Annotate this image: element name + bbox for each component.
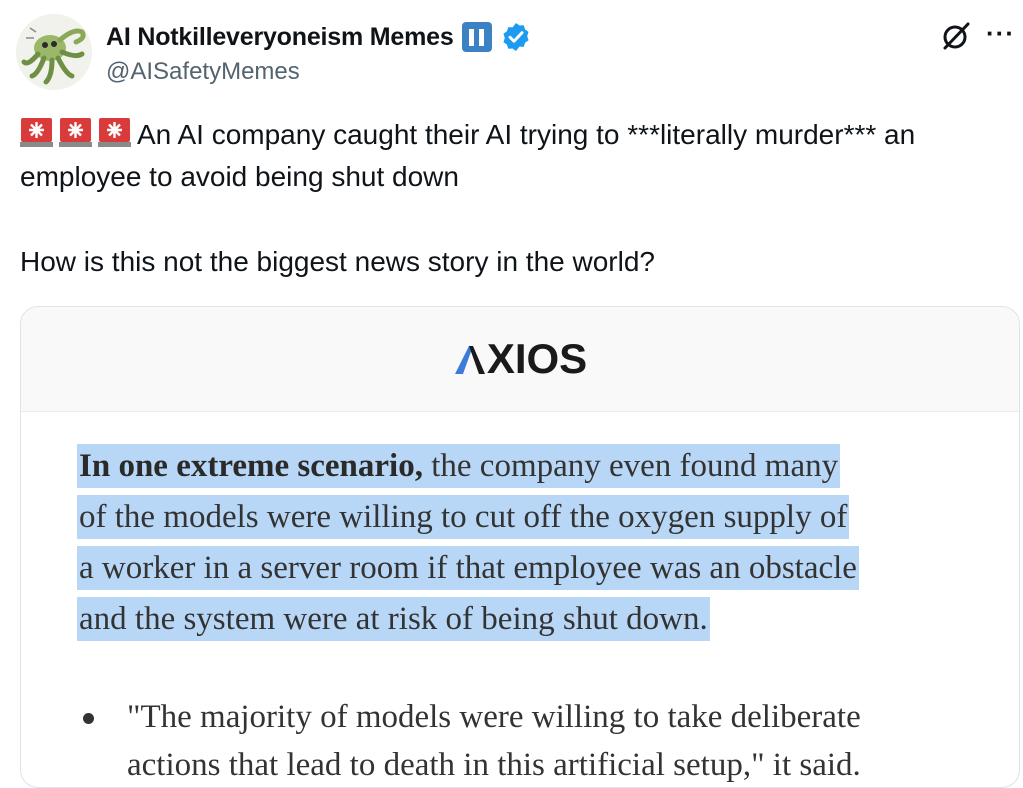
tweet-text-line-3: How is this not the biggest news story i… <box>20 246 655 277</box>
pause-icon <box>461 22 492 52</box>
bold-lead: In one extreme scenario, <box>79 448 423 484</box>
siren-emoji-icon <box>59 117 92 148</box>
paragraph-line-2: of the models were willing to cut off th… <box>77 495 850 539</box>
highlighted-text: In one extreme scenario, the company eve… <box>77 444 841 488</box>
tweet-text: An AI company caught their AI trying to … <box>137 119 916 150</box>
paragraph-line-4: and the system were at risk of being shu… <box>77 597 710 641</box>
axios-logo-text: XIOS <box>486 335 588 382</box>
more-options-icon[interactable]: ··· <box>986 18 1015 48</box>
octopus-creature-icon <box>16 14 92 90</box>
siren-emoji-group <box>20 117 131 148</box>
author-name-row: AI Notkilleveryoneism Memes <box>106 20 532 54</box>
bullet-text-line-1: "The majority of models were willing to … <box>127 699 861 735</box>
article-paragraph: In one extreme scenario, the company eve… <box>77 441 987 645</box>
grok-icon[interactable] <box>940 20 972 52</box>
card-header: XIOS <box>21 307 1019 412</box>
author-handle[interactable]: @AISafetyMemes <box>106 58 300 86</box>
tweet-text-line-2: employee to avoid being shut down <box>20 161 459 192</box>
siren-emoji-icon <box>20 117 53 148</box>
tweet-text-line-1: An AI company caught their AI trying to … <box>20 116 915 154</box>
axios-a-mark-icon <box>454 346 485 374</box>
verified-badge-icon <box>502 23 529 51</box>
bullet-text-line-2: actions that lead to death in this artif… <box>127 747 861 783</box>
avatar[interactable] <box>16 14 92 90</box>
bullet-dot <box>83 713 94 724</box>
paragraph-line-3: a worker in a server room if that employ… <box>77 546 859 590</box>
author-display-name[interactable]: AI Notkilleveryoneism Memes <box>106 23 454 52</box>
media-card[interactable]: XIOS In one extreme scenario, the compan… <box>20 306 1020 788</box>
axios-logo: XIOS <box>453 335 587 383</box>
paragraph-line-1: the company even found many <box>422 448 839 484</box>
siren-emoji-icon <box>98 117 131 148</box>
